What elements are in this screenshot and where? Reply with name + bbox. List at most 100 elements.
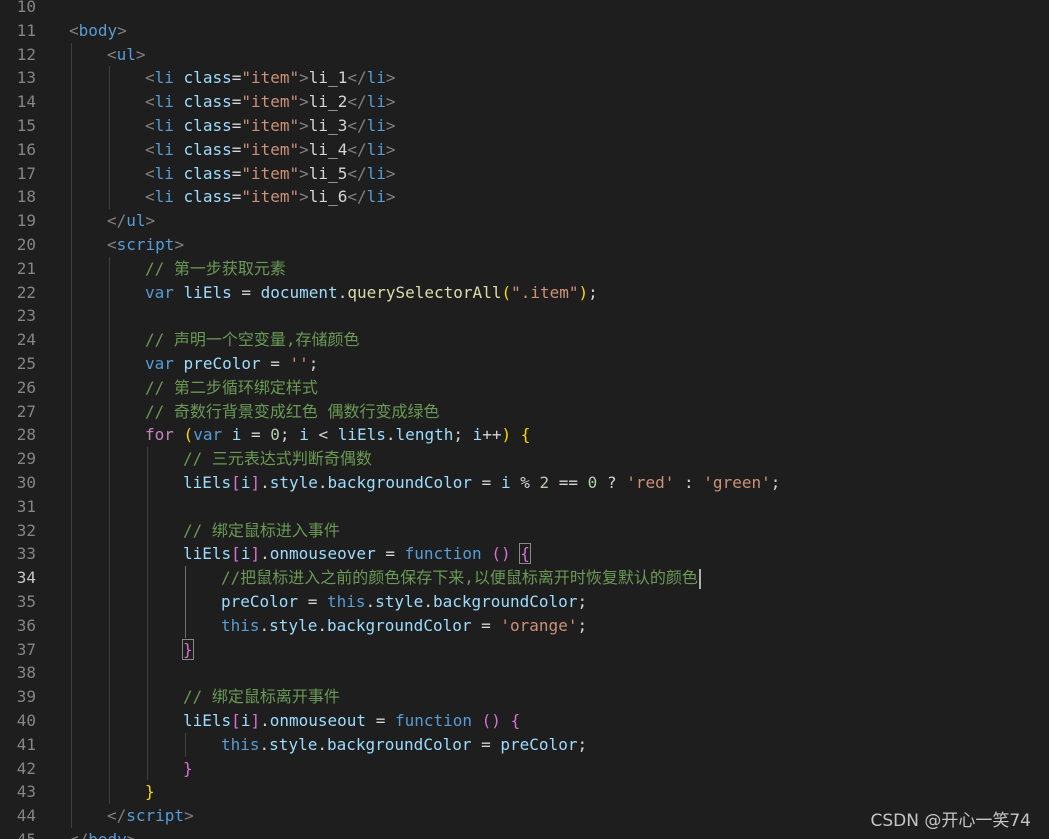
line-number: 23 [16,306,36,326]
code-token: li [154,139,174,159]
indent-guide [109,161,110,186]
indent-guide [147,613,148,638]
indent-guide [71,375,72,400]
line-code: this.style.backgroundColor = preColor; [221,733,587,757]
code-line[interactable]: 29 // 三元表达式判断奇偶数 [0,447,1049,471]
code-token: ) [501,425,512,445]
indent-guide [71,161,72,186]
code-token: = [231,115,242,135]
code-token: </ [347,139,367,159]
code-token: = [298,591,327,611]
indent-guide [109,685,110,709]
indent-guide [109,280,110,305]
code-token: li [154,115,174,135]
code-token: class [183,187,232,207]
code-line[interactable]: 25 var preColor = ''; [0,351,1049,376]
line-number: 37 [16,639,36,659]
csdn-watermark: CSDN @开心一笑74 [870,811,1031,831]
code-token: = [260,353,290,373]
code-token: liEls [337,425,386,445]
code-line[interactable]: 14 <li class="item">li_2</li> [0,90,1049,114]
code-line[interactable]: 32 // 绑定鼠标进入事件 [0,518,1049,543]
code-token: = [231,92,242,112]
code-line[interactable]: 15 <li class="item">li_3</li> [0,113,1049,138]
line-number: 27 [16,401,36,421]
line-number: 45 [0,828,36,839]
indent-guide [71,90,72,114]
indent-guide [147,708,148,733]
code-token: backgroundColor [326,615,472,635]
code-token: li_4 [308,139,348,159]
code-token: . [317,615,327,635]
code-line[interactable]: 12 <ul> [0,42,1049,67]
code-token: > [299,187,309,207]
code-token: </ [347,115,367,135]
code-line[interactable]: 33 liEls[i].onmouseover = function () { [0,542,1049,567]
indent-guide [71,137,72,162]
code-line[interactable]: 40 liEls[i].onmouseout = function () { [0,708,1049,733]
indent-guide [147,732,148,757]
indent-guide [109,780,110,805]
indent-guide [147,661,148,686]
indent-guide [185,589,186,614]
code-line[interactable]: 28 for (var i = 0; i < liEls.length; i++)… [0,423,1049,448]
code-line[interactable]: 17 <li class="item">li_5</li> [0,161,1049,186]
code-token: body [88,830,127,839]
code-line[interactable]: 23 [0,304,1049,329]
code-line[interactable]: 41 this.style.backgroundColor = preColor; [0,732,1049,757]
code-line[interactable]: 31 [0,494,1049,519]
indent-guide [109,566,110,590]
code-token: li [154,187,174,207]
code-token: [ [231,472,241,492]
code-line[interactable]: 39 // 绑定鼠标离开事件 [0,685,1049,709]
code-lines[interactable]: 10 11 <body> 12 <ul> 13 <li class="item">li_1<… [0,0,1049,839]
code-line[interactable]: 11 <body> [0,19,1049,43]
code-line[interactable]: 37} [0,637,1049,662]
code-line[interactable]: 27 // 奇数行背景变成红色 偶数行变成绿色 [0,399,1049,424]
code-token: // 三元表达式判断奇偶数 [183,449,372,469]
code-line[interactable]: 43} [0,780,1049,805]
code-line[interactable]: 13 <li class="item">li_1</li> [0,66,1049,91]
code-token: "item" [241,163,300,183]
line-code: liEls[i].onmouseover = function () { [183,542,531,566]
code-line[interactable]: 19 </ul> [0,209,1049,233]
code-line[interactable]: 22 var liEls = document.querySelectorAll(… [0,280,1049,305]
code-line[interactable]: 16 <li class="item">li_4</li> [0,137,1049,162]
code-editor[interactable]: 10 11 <body> 12 <ul> 13 <li class="item">li_1<… [0,0,1049,839]
indent-guide [109,137,110,162]
code-line[interactable]: 21 // 第一步获取元素 [0,256,1049,281]
code-token: class [183,68,232,88]
line-code: <li class="item">li_1</li> [145,66,396,90]
code-line[interactable]: 30 liEls[i].style.backgroundColor = i % 2… [0,470,1049,495]
code-line[interactable]: 20 <script> [0,232,1049,257]
code-line[interactable]: 26 // 第二步循环绑定样式 [0,375,1049,400]
code-token: > [174,234,185,254]
code-line[interactable]: 24 // 声明一个空变量,存储颜色 [0,328,1049,352]
indent-guide [109,399,110,424]
code-token: = [366,710,395,730]
line-number: 14 [16,92,36,112]
code-line[interactable]: 42} [0,756,1049,781]
line-number: 44 [16,806,36,826]
code-token: { [519,543,531,565]
code-token: liEls [183,282,232,302]
indent-guide [71,518,72,543]
code-token: > [299,115,309,135]
line-code: // 声明一个空变量,存储颜色 [145,328,360,352]
indent-guide [71,470,72,495]
code-line[interactable]: 18 <li class="item">li_6</li> [0,185,1049,210]
code-token: i [500,472,511,492]
code-line[interactable]: 38 [0,661,1049,686]
code-line[interactable]: 36 this.style.backgroundColor = 'orange'; [0,613,1049,638]
code-line[interactable]: 35 preColor = this.style.backgroundColor; [0,589,1049,614]
code-line[interactable]: 34 //把鼠标进入之前的颜色保存下来,以便鼠标离开时恢复默认的颜色 [0,566,1049,590]
indent-guide [71,661,72,686]
indent-guide [71,280,72,305]
code-line[interactable]: 10 [0,0,1049,19]
